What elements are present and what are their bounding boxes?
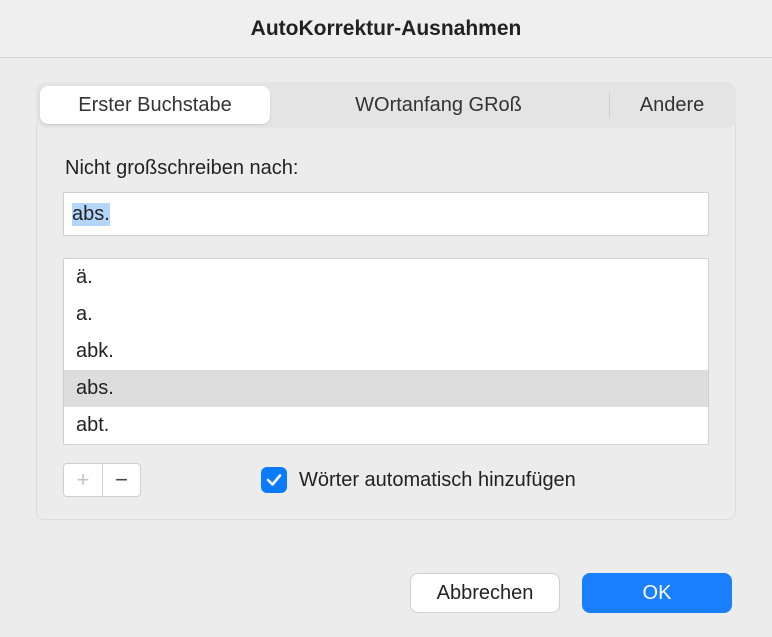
auto-add-checkbox-row[interactable]: Wörter automatisch hinzufügen bbox=[261, 467, 576, 493]
list-item-text: abk. bbox=[76, 340, 114, 363]
list-item[interactable]: abs. bbox=[64, 370, 708, 407]
list-item-text: abt. bbox=[76, 414, 109, 437]
tab-label: Erster Buchstabe bbox=[78, 94, 231, 117]
list-item[interactable]: abk. bbox=[64, 333, 708, 370]
checkmark-icon bbox=[265, 471, 283, 489]
add-remove-group: + − bbox=[63, 463, 141, 497]
tab-panel: Nicht großschreiben nach: abs. ä. a. abk… bbox=[36, 118, 736, 520]
auto-add-checkbox-label: Wörter automatisch hinzufügen bbox=[299, 469, 576, 492]
tab-andere[interactable]: Andere bbox=[612, 86, 732, 124]
exception-input[interactable]: abs. bbox=[63, 192, 709, 236]
dialog-footer: Abbrechen OK bbox=[0, 559, 772, 637]
dialog-window: AutoKorrektur-Ausnahmen Erster Buchstabe… bbox=[0, 0, 772, 637]
remove-button[interactable]: − bbox=[102, 464, 140, 496]
tab-wortanfang-gross[interactable]: WOrtanfang GRoß bbox=[270, 86, 607, 124]
field-label: Nicht großschreiben nach: bbox=[65, 157, 709, 180]
window-title: AutoKorrektur-Ausnahmen bbox=[0, 0, 772, 58]
window-title-text: AutoKorrektur-Ausnahmen bbox=[251, 17, 522, 41]
list-item-text: a. bbox=[76, 303, 93, 326]
list-item-text: ä. bbox=[76, 266, 93, 289]
list-controls-row: + − Wörter automatisch hinzufügen bbox=[63, 463, 709, 497]
list-item[interactable]: a. bbox=[64, 296, 708, 333]
tab-bar: Erster Buchstabe WOrtanfang GRoß Andere bbox=[36, 82, 736, 128]
tab-label: Andere bbox=[640, 94, 705, 117]
ok-button[interactable]: OK bbox=[582, 573, 732, 613]
cancel-button-label: Abbrechen bbox=[437, 582, 534, 605]
list-item-text: abs. bbox=[76, 377, 114, 400]
list-item[interactable]: ä. bbox=[64, 259, 708, 296]
auto-add-checkbox[interactable] bbox=[261, 467, 287, 493]
plus-icon: + bbox=[77, 469, 90, 491]
exception-list[interactable]: ä. a. abk. abs. abt. bbox=[63, 258, 709, 445]
add-button[interactable]: + bbox=[64, 464, 102, 496]
minus-icon: − bbox=[115, 469, 128, 491]
tab-separator bbox=[609, 92, 610, 118]
exception-input-value: abs. bbox=[72, 203, 110, 226]
tab-erster-buchstabe[interactable]: Erster Buchstabe bbox=[40, 86, 270, 124]
ok-button-label: OK bbox=[643, 582, 672, 605]
list-item[interactable]: abt. bbox=[64, 407, 708, 444]
tab-label: WOrtanfang GRoß bbox=[355, 94, 522, 117]
cancel-button[interactable]: Abbrechen bbox=[410, 573, 560, 613]
dialog-content: Erster Buchstabe WOrtanfang GRoß Andere … bbox=[0, 58, 772, 559]
